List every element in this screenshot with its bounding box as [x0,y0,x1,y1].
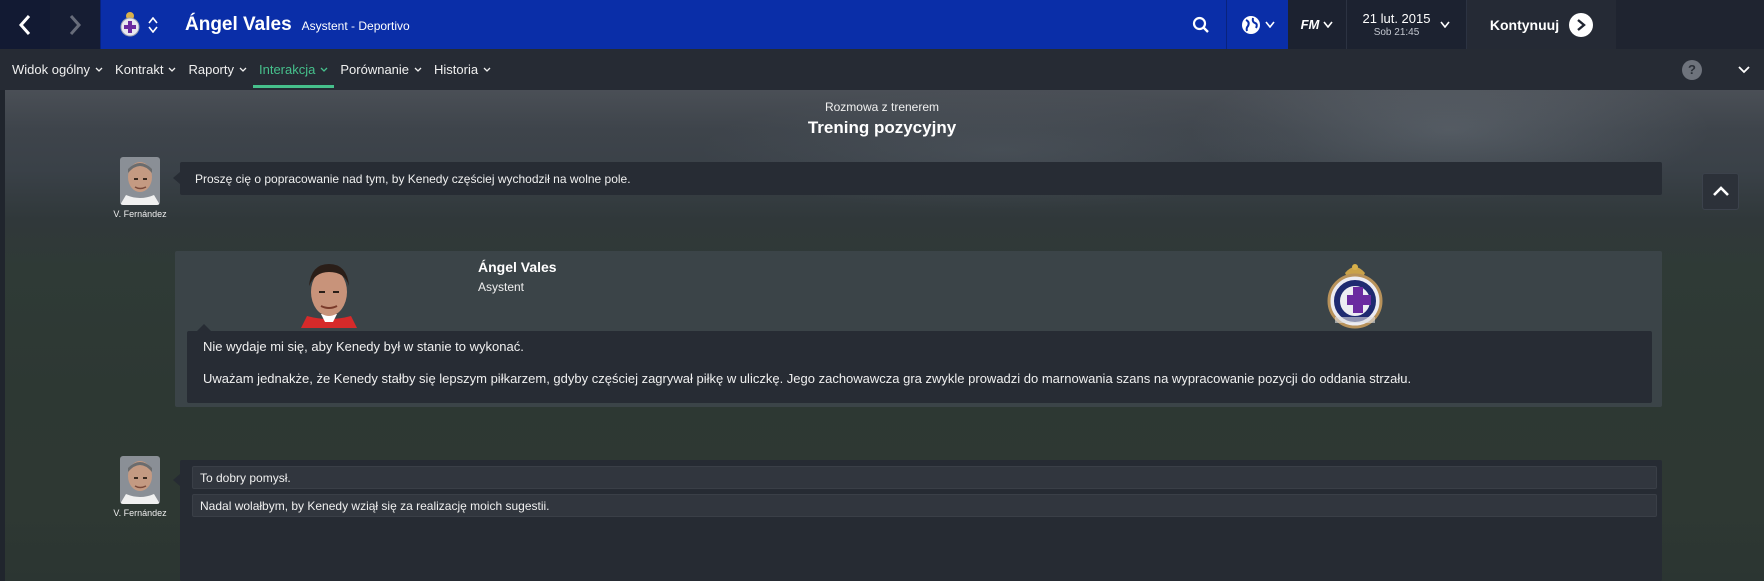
manager-avatar [120,157,160,205]
tab-reports[interactable]: Raporty [182,49,253,90]
chevron-down-icon [1323,21,1334,28]
tab-label: Porównanie [340,62,410,77]
staff-role: Asystent [478,280,525,294]
continue-button[interactable]: Kontynuuj [1466,0,1616,49]
answer-options: To dobry pomysł. Nadal wolałbym, by Kene… [173,460,1662,581]
page-title-area: Ángel Vales Asystent - Deportivo [175,0,1176,49]
chevron-down-icon [320,67,328,72]
staff-reply-line: Nie wydaje mi się, aby Kenedy był w stan… [203,339,524,354]
tab-comparison[interactable]: Porównanie [334,49,428,90]
chevron-down-icon [95,67,103,72]
manager-avatar [120,456,160,504]
chevron-left-icon [18,14,31,35]
forward-button[interactable] [50,0,100,49]
tab-label: Widok ogólny [12,62,91,77]
club-switch-arrows[interactable] [148,16,158,33]
conversation-area: Rozmowa z trenerem Trening pozycyjny V. … [0,90,1764,581]
page-title: Ángel Vales [185,13,292,35]
page-subtitle: Asystent - Deportivo [301,18,410,33]
chevron-down-icon [239,67,247,72]
fm-logo: FM [1300,17,1320,32]
globe-icon [1241,15,1260,34]
tab-contract[interactable]: Kontrakt [109,49,182,90]
answer-option[interactable]: To dobry pomysł. [192,466,1657,489]
top-bar: Ángel Vales Asystent - Deportivo FM 21 l… [0,0,1764,49]
chevron-up-icon [148,16,158,23]
conversation-title: Trening pozycyjny [807,118,957,137]
chevron-down-icon [1738,65,1750,73]
club-crest-icon [1327,264,1383,329]
club-crest-icon [120,11,140,36]
current-date: 21 lut. 2015 [1362,11,1431,26]
chevron-down-icon [1440,21,1451,28]
conversation-subtitle: Rozmowa z trenerem [824,100,940,114]
tab-interaction[interactable]: Interakcja [253,49,335,90]
staff-reply: Nie wydaje mi się, aby Kenedy był w stan… [187,324,1652,403]
fm-menu-button[interactable]: FM [1288,0,1346,49]
tab-label: Interakcja [259,62,316,77]
manager-speaker: V. Fernández [100,456,180,518]
manager-speaker: V. Fernández [100,157,180,219]
back-button[interactable] [0,0,50,49]
chevron-down-icon [169,67,176,72]
scroll-up-button[interactable] [1702,173,1739,210]
chevron-down-icon [1264,21,1275,28]
chevron-up-icon [1712,186,1729,196]
answer-option[interactable]: Nadal wolałbym, by Kenedy wziął się za r… [192,494,1657,517]
manager-name: V. Fernández [113,209,167,219]
tab-label: Kontrakt [115,62,164,77]
chevron-right-icon [69,14,82,35]
staff-response-panel: Ángel Vales Asystent Nie wydaje mi się, … [175,251,1662,407]
manager-message: Proszę cię o popracowanie nad tym, by Ke… [173,162,1662,195]
arrow-right-icon [1569,12,1594,37]
tab-label: Historia [434,62,479,77]
manager-name: V. Fernández [113,508,167,518]
staff-name: Ángel Vales [478,259,557,275]
staff-avatar [287,256,371,328]
club-selector[interactable] [100,0,175,49]
sub-navigation: Widok ogólny Kontrakt Raporty Interakcja… [0,49,1764,90]
staff-reply-line: Uważam jednakże, że Kenedy stałby się le… [203,371,1412,386]
topbar-spacer [1616,0,1764,49]
help-icon[interactable]: ? [1682,59,1702,80]
date-display[interactable]: 21 lut. 2015 Sob 21:45 [1346,0,1466,49]
tab-overview[interactable]: Widok ogólny [6,49,109,90]
tab-history[interactable]: Historia [428,49,497,90]
tab-label: Raporty [188,62,234,77]
continue-label: Kontynuuj [1489,16,1560,33]
search-button[interactable] [1176,0,1226,49]
chevron-down-icon [148,26,158,33]
world-menu-button[interactable] [1226,0,1288,49]
current-time: Sob 21:45 [1373,27,1420,38]
chevron-down-icon [414,67,422,72]
search-icon [1192,16,1209,33]
page-options-button[interactable] [1724,49,1764,90]
chevron-down-icon [483,67,491,72]
